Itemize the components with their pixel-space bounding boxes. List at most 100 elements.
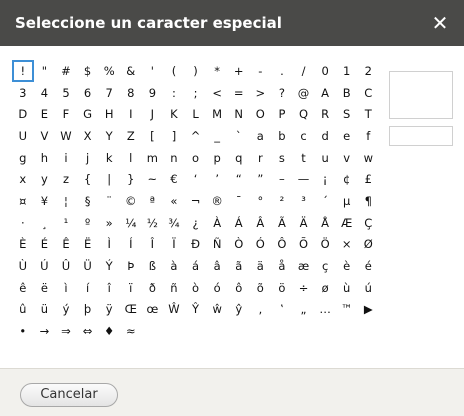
character-cell[interactable]: N xyxy=(228,103,250,125)
character-cell[interactable]: r xyxy=(250,147,272,169)
character-cell[interactable]: L xyxy=(185,103,207,125)
character-cell[interactable]: M xyxy=(206,103,228,125)
character-cell[interactable]: ä xyxy=(250,255,272,277)
character-cell[interactable]: > xyxy=(250,82,272,104)
character-cell[interactable]: º xyxy=(77,212,99,234)
character-cell[interactable]: Ý xyxy=(98,255,120,277)
character-cell[interactable]: J xyxy=(142,103,164,125)
character-cell[interactable]: W xyxy=(55,125,77,147)
character-cell[interactable]: 5 xyxy=(55,82,77,104)
character-cell[interactable]: è xyxy=(336,255,358,277)
close-icon[interactable]: ✕ xyxy=(430,12,450,34)
character-cell[interactable]: Û xyxy=(55,255,77,277)
character-cell[interactable]: ð xyxy=(142,277,164,299)
character-cell[interactable]: } xyxy=(120,168,142,190)
character-cell[interactable]: — xyxy=(293,168,315,190)
character-cell[interactable]: ê xyxy=(12,277,34,299)
character-cell[interactable]: € xyxy=(163,168,185,190)
character-cell[interactable]: X xyxy=(77,125,99,147)
character-cell[interactable]: F xyxy=(55,103,77,125)
character-cell[interactable]: C xyxy=(358,82,380,104)
character-cell[interactable]: Ê xyxy=(55,234,77,256)
character-cell[interactable]: / xyxy=(293,60,315,82)
character-cell[interactable]: ` xyxy=(228,125,250,147)
character-cell[interactable]: ó xyxy=(206,277,228,299)
character-cell[interactable]: ? xyxy=(271,82,293,104)
character-cell[interactable]: 4 xyxy=(34,82,56,104)
character-cell[interactable]: £ xyxy=(358,168,380,190)
character-cell[interactable]: ë xyxy=(34,277,56,299)
character-cell[interactable]: Ã xyxy=(271,212,293,234)
character-cell[interactable]: S xyxy=(336,103,358,125)
character-cell[interactable]: Ð xyxy=(185,234,207,256)
character-cell[interactable]: _ xyxy=(206,125,228,147)
character-cell[interactable]: x xyxy=(12,168,34,190)
character-cell[interactable]: : xyxy=(163,82,185,104)
character-cell[interactable]: H xyxy=(98,103,120,125)
character-cell[interactable]: P xyxy=(271,103,293,125)
character-cell[interactable]: Q xyxy=(293,103,315,125)
character-cell[interactable]: ì xyxy=(55,277,77,299)
character-cell[interactable]: " xyxy=(34,60,56,82)
character-cell[interactable]: Ò xyxy=(228,234,250,256)
character-cell[interactable]: z xyxy=(55,168,77,190)
character-cell[interactable]: U xyxy=(12,125,34,147)
character-cell[interactable]: Z xyxy=(120,125,142,147)
character-cell[interactable]: ≈ xyxy=(120,320,142,342)
character-cell[interactable]: œ xyxy=(142,299,164,321)
character-cell[interactable]: ⇔ xyxy=(77,320,99,342)
character-cell[interactable]: 8 xyxy=(120,82,142,104)
character-cell[interactable]: ã xyxy=(228,255,250,277)
character-cell[interactable]: f xyxy=(358,125,380,147)
character-cell[interactable]: § xyxy=(77,190,99,212)
character-cell[interactable]: ▶ xyxy=(358,299,380,321)
character-cell[interactable]: m xyxy=(142,147,164,169)
character-cell[interactable]: É xyxy=(34,234,56,256)
character-cell[interactable]: å xyxy=(271,255,293,277)
character-cell[interactable]: ¯ xyxy=(228,190,250,212)
character-cell[interactable]: I xyxy=(120,103,142,125)
character-cell[interactable]: Ï xyxy=(163,234,185,256)
character-cell[interactable]: ~ xyxy=(142,168,164,190)
character-cell[interactable]: ¾ xyxy=(163,212,185,234)
character-cell[interactable]: Ŷ xyxy=(185,299,207,321)
character-cell[interactable]: Õ xyxy=(293,234,315,256)
character-cell[interactable]: Þ xyxy=(120,255,142,277)
character-cell[interactable]: à xyxy=(163,255,185,277)
character-cell[interactable]: Ä xyxy=(293,212,315,234)
character-cell[interactable]: ö xyxy=(271,277,293,299)
character-cell[interactable]: ï xyxy=(120,277,142,299)
character-cell[interactable]: ç xyxy=(314,255,336,277)
character-cell[interactable]: Ô xyxy=(271,234,293,256)
character-cell[interactable]: ‛ xyxy=(271,299,293,321)
character-cell[interactable]: Ü xyxy=(77,255,99,277)
character-cell[interactable]: ¼ xyxy=(120,212,142,234)
character-cell[interactable]: ò xyxy=(185,277,207,299)
character-cell[interactable]: % xyxy=(98,60,120,82)
character-cell[interactable]: & xyxy=(120,60,142,82)
character-cell[interactable]: . xyxy=(271,60,293,82)
character-cell[interactable]: Í xyxy=(120,234,142,256)
character-cell[interactable]: V xyxy=(34,125,56,147)
character-cell[interactable]: E xyxy=(34,103,56,125)
character-cell[interactable]: ¿ xyxy=(185,212,207,234)
character-cell[interactable]: ° xyxy=(250,190,272,212)
character-cell[interactable]: g xyxy=(12,147,34,169)
character-cell[interactable]: ¡ xyxy=(314,168,336,190)
character-cell[interactable]: R xyxy=(314,103,336,125)
character-cell[interactable]: « xyxy=(163,190,185,212)
character-cell[interactable]: ý xyxy=(55,299,77,321)
character-cell[interactable]: · xyxy=(12,212,34,234)
character-cell[interactable]: o xyxy=(185,147,207,169)
character-cell[interactable]: + xyxy=(228,60,250,82)
character-cell[interactable]: Ŵ xyxy=(163,299,185,321)
character-cell[interactable]: { xyxy=(77,168,99,190)
character-cell[interactable]: $ xyxy=(77,60,99,82)
character-cell[interactable]: v xyxy=(336,147,358,169)
character-cell[interactable]: Á xyxy=(228,212,250,234)
character-cell[interactable]: * xyxy=(206,60,228,82)
character-cell[interactable]: õ xyxy=(250,277,272,299)
character-cell[interactable]: y xyxy=(34,168,56,190)
character-cell[interactable]: 1 xyxy=(336,60,358,82)
character-cell[interactable]: 7 xyxy=(98,82,120,104)
